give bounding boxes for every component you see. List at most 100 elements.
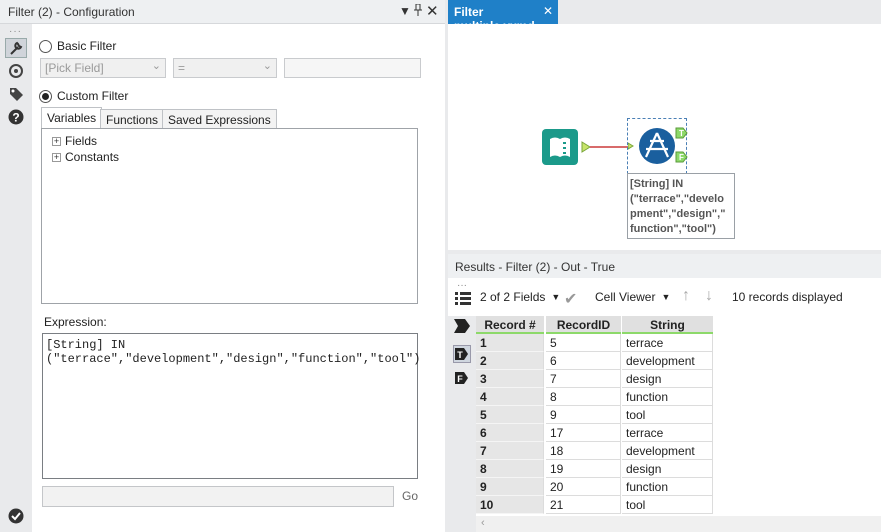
cell-recordid: 8 <box>546 388 621 406</box>
value-input[interactable] <box>284 58 421 78</box>
true-anchor-label: T <box>679 129 684 138</box>
results-grid[interactable]: Record # RecordID String 1 5 terrace 2 6 dev… <box>476 316 881 516</box>
close-icon[interactable]: ✕ <box>426 2 439 20</box>
table-row[interactable]: 7 18 development <box>476 442 881 460</box>
row-number: 10 <box>476 496 544 514</box>
arrow-down-icon[interactable]: ↓ <box>705 287 713 305</box>
tree-item-label: Constants <box>65 150 120 164</box>
table-row[interactable]: 4 8 function <box>476 388 881 406</box>
config-title: Filter (2) - Configuration <box>8 5 135 19</box>
dropdown-arrow-icon[interactable]: ▼ <box>399 4 411 18</box>
chevron-down-icon: ⌄ <box>151 60 161 72</box>
basic-filter-option[interactable]: Basic Filter <box>39 39 116 53</box>
help-icon[interactable]: ? <box>5 107 27 127</box>
results-title: Results - Filter (2) - Out - True <box>448 254 881 278</box>
pin-icon[interactable] <box>413 3 423 19</box>
fields-selector-text: 2 of 2 Fields <box>480 290 546 304</box>
false-output-icon[interactable]: F <box>454 370 470 389</box>
svg-text:?: ? <box>12 111 19 125</box>
table-row[interactable]: 6 17 terrace <box>476 424 881 442</box>
pick-field-dropdown[interactable]: [Pick Field] ⌄ <box>40 58 166 78</box>
target-icon[interactable] <box>5 61 27 81</box>
input-data-tool[interactable] <box>542 129 592 170</box>
cell-viewer-text: Cell Viewer <box>595 290 656 304</box>
cell-string: function <box>622 478 713 496</box>
custom-filter-radio[interactable] <box>39 89 52 103</box>
column-header-record[interactable]: Record # <box>476 316 544 334</box>
table-row[interactable]: 3 7 design <box>476 370 881 388</box>
tool-annotation: [String] IN ("terrace","develo pment","d… <box>627 173 735 239</box>
dropdown-arrow-icon: ▼ <box>551 292 561 302</box>
table-row[interactable]: 10 21 tool <box>476 496 881 514</box>
table-row[interactable]: 1 5 terrace <box>476 334 881 352</box>
table-row[interactable]: 5 9 tool <box>476 406 881 424</box>
column-header-string[interactable]: String <box>622 316 713 334</box>
tab-functions[interactable]: Functions <box>100 109 165 129</box>
row-number: 6 <box>476 424 544 442</box>
custom-filter-option[interactable]: Custom Filter <box>39 89 128 103</box>
close-icon[interactable]: ✕ <box>543 4 553 18</box>
table-row[interactable]: 8 19 design <box>476 460 881 478</box>
fields-selector[interactable]: 2 of 2 Fields ▼ <box>480 290 560 304</box>
go-input[interactable] <box>42 486 394 507</box>
expression-editor[interactable]: [String] IN ("terrace","development","de… <box>42 333 420 479</box>
table-row[interactable]: 9 20 function <box>476 478 881 496</box>
input-anchor-icon[interactable] <box>454 319 470 336</box>
tag-icon[interactable] <box>5 84 27 104</box>
basic-filter-radio[interactable] <box>39 39 52 53</box>
check-circle-icon[interactable] <box>5 506 27 526</box>
checkmark-icon[interactable]: ✔ <box>564 289 577 309</box>
grip-icon: ··· <box>457 280 467 291</box>
cell-string: tool <box>622 406 713 424</box>
cell-recordid: 21 <box>546 496 621 514</box>
cell-viewer-selector[interactable]: Cell Viewer ▼ <box>595 290 670 304</box>
true-output-icon[interactable]: T <box>453 345 471 363</box>
horizontal-scrollbar[interactable]: ‹ <box>476 516 881 532</box>
filter-tool[interactable]: T F <box>627 118 688 174</box>
row-number: 3 <box>476 370 544 388</box>
svg-text:F: F <box>457 374 463 384</box>
cell-string: design <box>622 370 713 388</box>
results-side-bar: T F <box>448 316 476 532</box>
list-view-icon[interactable] <box>455 292 471 309</box>
cell-recordid: 18 <box>546 442 621 460</box>
results-toolbar: ··· 2 of 2 Fields ▼ ✔ Cell Viewer ▼ ↑ ↓ … <box>448 278 881 316</box>
cell-string: function <box>622 388 713 406</box>
operator-text: = <box>178 61 186 75</box>
cell-recordid: 19 <box>546 460 621 478</box>
cell-recordid: 6 <box>546 352 621 370</box>
false-anchor-label: F <box>679 153 684 162</box>
table-row[interactable]: 2 6 development <box>476 352 881 370</box>
tree-item-label: Fields <box>65 134 98 148</box>
tab-variables[interactable]: Variables <box>41 107 103 129</box>
pick-field-text: [Pick Field] <box>45 61 104 75</box>
cell-string: terrace <box>622 424 713 442</box>
custom-filter-label: Custom Filter <box>57 89 129 103</box>
tree-item-fields[interactable]: + Fields <box>52 134 97 148</box>
grip-icon: ··· <box>9 26 22 37</box>
cell-string: development <box>622 352 713 370</box>
dropdown-arrow-icon: ▼ <box>661 292 671 302</box>
chevron-down-icon: ⌄ <box>262 60 272 72</box>
operator-dropdown[interactable]: = ⌄ <box>173 58 277 78</box>
document-tab[interactable]: Filter multiple.yxmd ✕ <box>448 0 558 33</box>
row-number: 1 <box>476 334 544 352</box>
cell-recordid: 20 <box>546 478 621 496</box>
cell-recordid: 9 <box>546 406 621 424</box>
cell-recordid: 17 <box>546 424 621 442</box>
arrow-up-icon[interactable]: ↑ <box>682 287 690 305</box>
tree-item-constants[interactable]: + Constants <box>52 150 119 164</box>
config-side-toolbar: ··· ? <box>0 24 32 532</box>
wrench-icon[interactable] <box>5 38 27 58</box>
cell-recordid: 7 <box>546 370 621 388</box>
scroll-left-icon[interactable]: ‹ <box>481 517 485 529</box>
row-number: 2 <box>476 352 544 370</box>
tab-saved-expressions[interactable]: Saved Expressions <box>162 109 277 129</box>
variables-tree: + Fields + Constants <box>41 128 418 304</box>
go-button[interactable]: Go <box>402 489 418 503</box>
expand-icon[interactable]: + <box>52 152 61 162</box>
column-header-recordid[interactable]: RecordID <box>546 316 621 334</box>
expand-icon[interactable]: + <box>52 136 61 146</box>
basic-filter-label: Basic Filter <box>57 39 117 53</box>
cell-string: development <box>622 442 713 460</box>
